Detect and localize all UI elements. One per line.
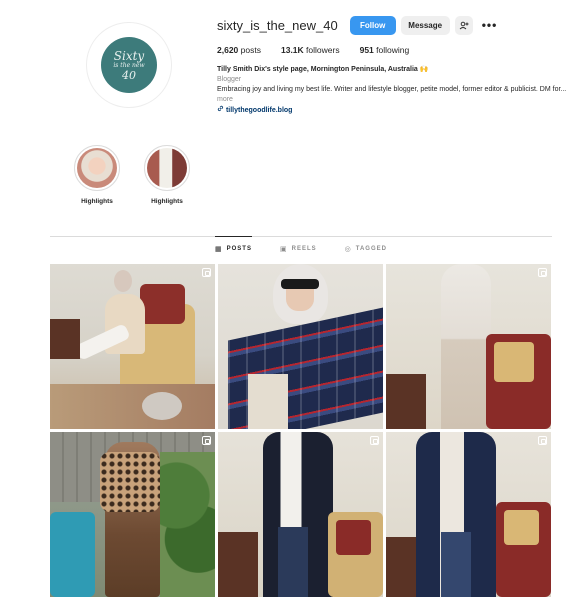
jeans: [278, 527, 308, 597]
following-stat[interactable]: 951 following: [360, 45, 410, 55]
profile-avatar[interactable]: Sixty is the new 40: [86, 22, 172, 108]
cushion: [140, 284, 185, 324]
highlight-2[interactable]: Highlights: [142, 145, 192, 205]
post-thumbnail[interactable]: [386, 432, 551, 597]
cat: [142, 392, 182, 420]
more-options-icon[interactable]: •••: [482, 18, 498, 32]
highlight-1[interactable]: Highlights: [72, 145, 122, 205]
tagged-icon: ◎: [344, 246, 352, 253]
tab-tagged-label: TAGGED: [355, 246, 387, 252]
multi-photo-icon: [202, 268, 211, 277]
teal-chair: [50, 512, 95, 597]
post-thumbnail[interactable]: [50, 432, 215, 597]
highlight-label: Highlights: [151, 198, 183, 205]
highlight-label: Highlights: [81, 198, 113, 205]
highlight-cover-1: [77, 148, 117, 188]
profile-action-row: sixty_is_the_new_40 Follow Message •••: [217, 14, 567, 36]
cream-coat: [248, 374, 288, 429]
side-table: [386, 537, 416, 597]
follow-button[interactable]: Follow: [349, 15, 396, 35]
bio-emoji: 🙌: [419, 66, 429, 73]
side-table: [218, 532, 258, 597]
cushion: [504, 510, 539, 545]
bio-website-link[interactable]: tillythegoodlife.blog: [217, 105, 567, 116]
followers-count: 13.1K: [280, 45, 304, 55]
bio-text: Embracing joy and living my best life. W…: [217, 86, 567, 93]
username: sixty_is_the_new_40: [217, 17, 338, 33]
post-thumbnail[interactable]: [50, 264, 215, 429]
cushion: [494, 342, 534, 382]
cushion: [336, 520, 371, 555]
tab-reels[interactable]: ▣ REELS: [280, 237, 317, 261]
tab-tagged[interactable]: ◎ TAGGED: [345, 237, 387, 261]
posts-label: posts: [240, 45, 261, 55]
person-face: [286, 289, 314, 311]
following-label: following: [376, 45, 410, 55]
posts-count: 2,620: [217, 45, 239, 55]
add-person-icon[interactable]: [454, 15, 473, 35]
tab-reels-label: REELS: [291, 246, 317, 252]
tab-posts-label: POSTS: [226, 245, 252, 252]
highlight-ring: [74, 145, 120, 191]
person-head: [114, 270, 132, 292]
avatar-logo-text-1: Sixty: [113, 48, 145, 63]
highlight-ring: [144, 145, 190, 191]
reels-icon: ▣: [279, 246, 288, 253]
post-thumbnail[interactable]: [218, 264, 383, 429]
multi-photo-icon: [538, 436, 547, 445]
profile-tabs: ▦ POSTS ▣ REELS ◎ TAGGED: [50, 236, 552, 261]
profile-info: sixty_is_the_new_40 Follow Message ••• 2…: [217, 14, 567, 116]
bio: Tilly Smith Dix's style page, Mornington…: [217, 65, 567, 116]
link-icon: [217, 105, 226, 114]
profile-stats: 2,620 posts 13.1K followers 951 followin…: [217, 45, 567, 55]
multi-photo-icon: [202, 436, 211, 445]
avatar-logo-text-3: 40: [122, 68, 136, 82]
message-button[interactable]: Message: [400, 15, 450, 35]
plants: [160, 452, 215, 597]
posts-stat: 2,620 posts: [217, 45, 261, 55]
person-figure: [441, 264, 491, 429]
followers-label: followers: [306, 45, 340, 55]
sunglasses: [281, 279, 319, 289]
multi-photo-icon: [538, 268, 547, 277]
bio-name: Tilly Smith Dix's style page, Mornington…: [217, 66, 418, 73]
post-thumbnail[interactable]: [218, 432, 383, 597]
bio-category: Blogger: [217, 76, 242, 83]
bio-link-text: tillythegoodlife.blog: [225, 107, 293, 114]
avatar-logo-text-2: is the new: [113, 61, 145, 69]
leopard-scarf: [100, 452, 160, 512]
tab-posts[interactable]: ▦ POSTS: [215, 236, 252, 260]
jeans: [441, 532, 471, 597]
post-thumbnail[interactable]: [386, 264, 551, 429]
side-table: [386, 374, 426, 429]
highlight-cover-2: [147, 148, 187, 188]
posts-grid: [50, 264, 552, 597]
bio-more-link[interactable]: more: [217, 96, 233, 103]
followers-stat[interactable]: 13.1K followers: [281, 45, 340, 55]
multi-photo-icon: [370, 436, 379, 445]
side-table: [50, 319, 80, 359]
grid-icon: ▦: [215, 245, 223, 253]
rug: [50, 384, 215, 429]
avatar-logo: Sixty is the new 40: [101, 37, 157, 93]
following-count: 951: [359, 45, 374, 55]
